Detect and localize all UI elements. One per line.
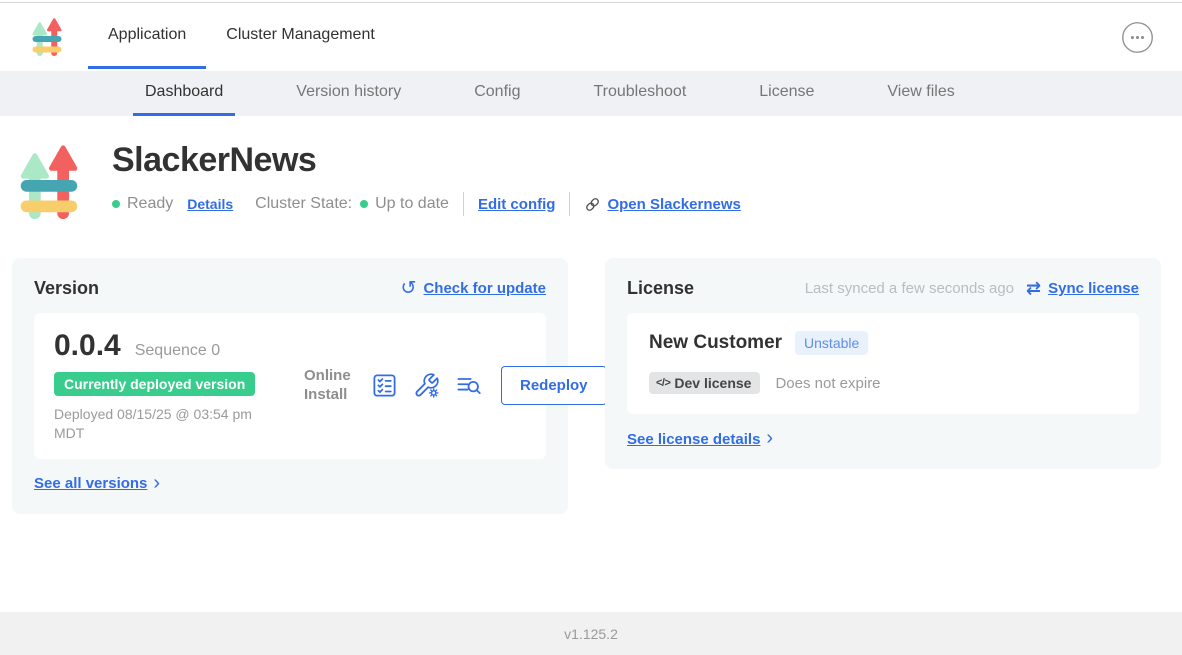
license-type-label: Dev license [674, 375, 751, 391]
vertical-divider [463, 192, 464, 216]
subtab-license[interactable]: License [747, 71, 826, 116]
tab-application[interactable]: Application [88, 3, 206, 69]
deployed-badge: Currently deployed version [54, 372, 255, 396]
code-icon: </> [656, 377, 670, 389]
subtab-version-history[interactable]: Version history [284, 71, 413, 116]
app-meta: SlackerNews Ready Details Cluster State:… [112, 141, 741, 221]
license-card-title: License [627, 278, 694, 299]
version-card: Version ↺ Check for update 0.0.4 Sequenc… [12, 258, 568, 514]
app-status-dot [112, 200, 120, 208]
subtab-dashboard-label: Dashboard [145, 83, 223, 101]
top-nav: Application Cluster Management [0, 3, 1182, 71]
install-type-label: Online Install [304, 367, 356, 405]
preflight-checklist-icon[interactable] [371, 372, 398, 399]
license-card-header: License Last synced a few seconds ago ⇄ … [627, 278, 1139, 299]
sync-arrows-icon: ⇄ [1026, 280, 1041, 298]
console-version: v1.125.2 [564, 626, 618, 642]
sync-license-link[interactable]: ⇄ Sync license [1026, 280, 1139, 298]
subtab-troubleshoot-label: Troubleshoot [593, 83, 686, 101]
top-tab-bar: Application Cluster Management [88, 3, 395, 71]
chevron-right-icon: › [153, 473, 160, 493]
subtab-view-files-label: View files [887, 83, 954, 101]
vertical-divider [569, 192, 570, 216]
overflow-menu-button[interactable] [1121, 21, 1154, 54]
tab-application-label: Application [108, 26, 186, 44]
chain-link-icon [584, 196, 601, 213]
deploy-logs-icon[interactable] [455, 372, 482, 399]
see-license-details-link[interactable]: See license details › [627, 429, 773, 449]
subtab-dashboard[interactable]: Dashboard [133, 71, 235, 116]
see-license-details-label: See license details [627, 431, 760, 448]
redeploy-button[interactable]: Redeploy [501, 366, 607, 405]
tab-cluster-management[interactable]: Cluster Management [206, 3, 395, 69]
version-info: 0.0.4 Sequence 0 Currently deployed vers… [54, 329, 304, 443]
check-for-update-label: Check for update [423, 280, 546, 297]
subtab-license-label: License [759, 83, 814, 101]
app-status-text: Ready [127, 195, 173, 213]
version-card-header: Version ↺ Check for update [34, 278, 546, 299]
current-version-panel: 0.0.4 Sequence 0 Currently deployed vers… [34, 313, 546, 459]
page-title: SlackerNews [112, 141, 741, 180]
app-icon [20, 143, 78, 221]
version-card-title: Version [34, 278, 99, 299]
ellipsis-circle-icon [1121, 21, 1154, 54]
license-card: License Last synced a few seconds ago ⇄ … [605, 258, 1161, 469]
open-app-label: Open Slackernews [607, 196, 740, 213]
app-logo-icon [32, 17, 62, 57]
open-app-link[interactable]: Open Slackernews [584, 196, 740, 213]
chevron-right-icon: › [766, 428, 773, 448]
license-type-badge: </> Dev license [649, 372, 760, 394]
refresh-icon: ↺ [401, 279, 417, 298]
subtab-config-label: Config [474, 83, 520, 101]
version-number: 0.0.4 [54, 329, 121, 363]
sequence-label: Sequence 0 [135, 342, 220, 360]
sub-nav: Dashboard Version history Config Trouble… [0, 71, 1182, 116]
see-all-versions-label: See all versions [34, 475, 147, 492]
main-content: SlackerNews Ready Details Cluster State:… [0, 141, 1182, 514]
admin-console-page: Application Cluster Management Dashboard… [0, 0, 1182, 655]
status-details-link[interactable]: Details [187, 196, 233, 212]
last-synced-text: Last synced a few seconds ago [805, 280, 1014, 297]
customer-row: New Customer Unstable [649, 331, 1117, 355]
license-type-row: </> Dev license Does not expire [649, 372, 1117, 394]
cluster-state-text: Up to date [375, 195, 449, 213]
footer: v1.125.2 [0, 612, 1182, 655]
license-panel: New Customer Unstable </> Dev license Do… [627, 313, 1139, 414]
check-for-update-link[interactable]: ↺ Check for update [401, 279, 546, 298]
subtab-version-history-label: Version history [296, 83, 401, 101]
customer-name: New Customer [649, 332, 782, 354]
tab-cluster-management-label: Cluster Management [226, 26, 375, 44]
subtab-troubleshoot[interactable]: Troubleshoot [581, 71, 698, 116]
subtab-view-files[interactable]: View files [875, 71, 966, 116]
deployed-timestamp: Deployed 08/15/25 @ 03:54 pm MDT [54, 405, 284, 443]
expiration-text: Does not expire [775, 375, 880, 392]
version-number-row: 0.0.4 Sequence 0 [54, 329, 304, 363]
sync-license-label: Sync license [1048, 280, 1139, 297]
dashboard-cards: Version ↺ Check for update 0.0.4 Sequenc… [12, 258, 1170, 514]
version-actions: Online Install [304, 366, 607, 405]
cluster-state-dot [360, 200, 368, 208]
config-wrench-icon[interactable] [413, 372, 440, 399]
cluster-state-label: Cluster State: [255, 195, 352, 213]
subtab-config[interactable]: Config [462, 71, 532, 116]
see-all-versions-link[interactable]: See all versions › [34, 474, 160, 494]
app-header: SlackerNews Ready Details Cluster State:… [20, 141, 1182, 221]
license-header-right: Last synced a few seconds ago ⇄ Sync lic… [805, 280, 1139, 298]
edit-config-link[interactable]: Edit config [478, 196, 556, 213]
status-row: Ready Details Cluster State: Up to date … [112, 192, 741, 216]
channel-badge: Unstable [795, 331, 868, 355]
